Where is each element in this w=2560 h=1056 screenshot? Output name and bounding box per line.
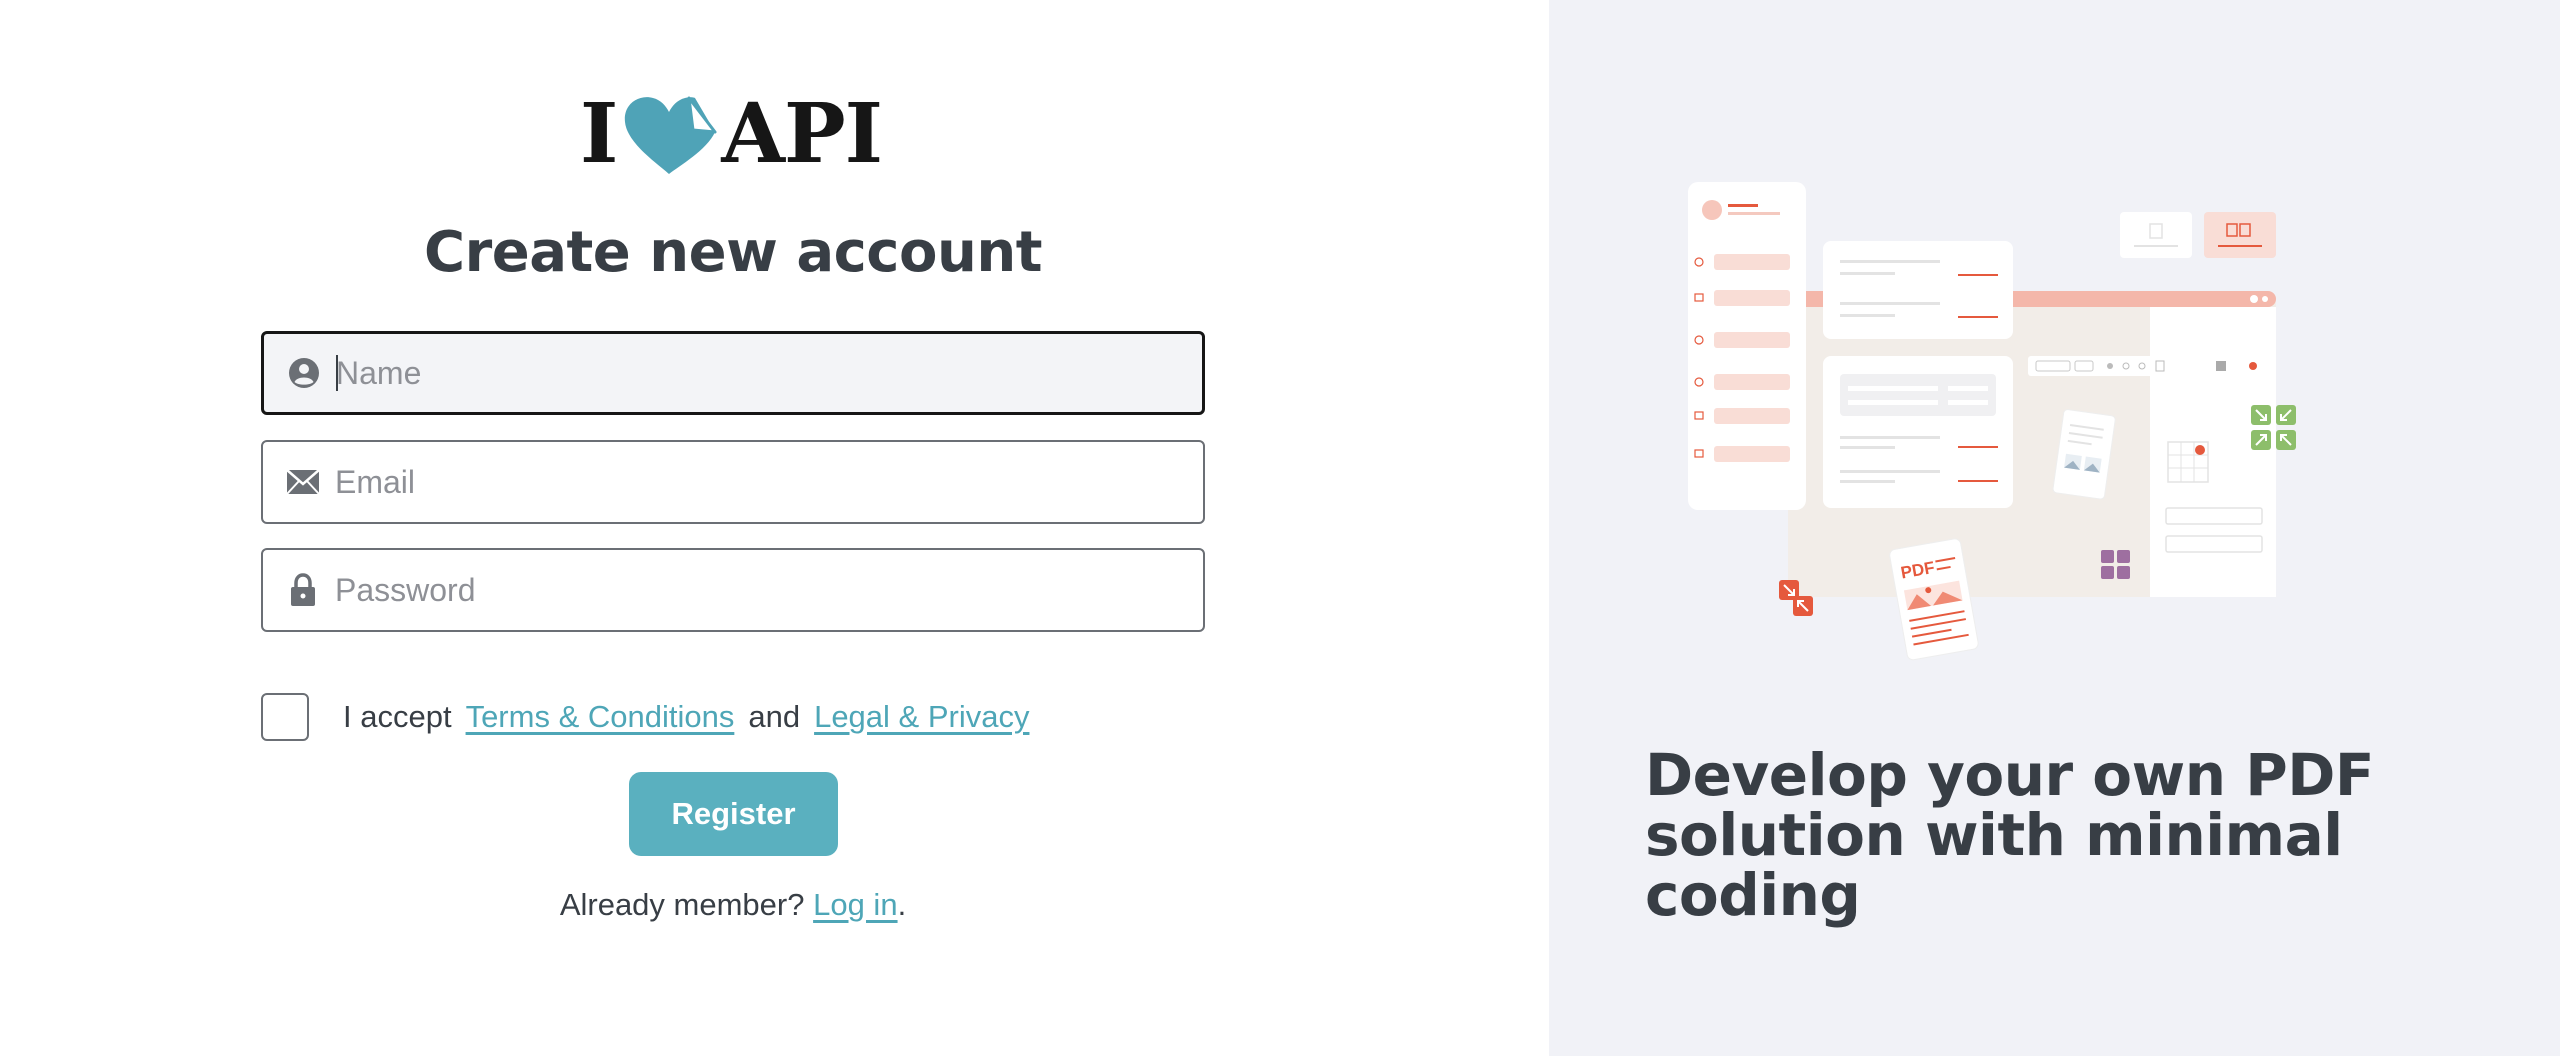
editor-illustration: PDF [1688, 182, 2296, 661]
terms-link[interactable]: Terms & Conditions [466, 699, 735, 735]
lock-icon [285, 572, 321, 608]
email-input[interactable] [335, 442, 1203, 522]
terms-prefix: I accept [343, 699, 452, 734]
user-icon [286, 355, 322, 391]
login-row: Already member? Log in. [0, 887, 1466, 923]
terms-checkbox[interactable] [261, 693, 309, 741]
name-field[interactable] [261, 331, 1205, 415]
heart-icon [625, 96, 717, 174]
login-link[interactable]: Log in [813, 887, 897, 922]
page-title: Create new account [424, 220, 1042, 285]
terms-and: and [748, 699, 801, 734]
logo: I API [580, 86, 883, 182]
signup-panel: I API Create new account Name Email I ac… [0, 0, 1549, 1056]
logo-text-left: I [580, 86, 618, 182]
terms-row: I accept Terms & Conditions and Legal & … [261, 693, 1043, 741]
password-input[interactable] [335, 550, 1203, 630]
logo-text-right: API [721, 86, 883, 182]
email-field[interactable] [261, 440, 1205, 524]
privacy-link[interactable]: Legal & Privacy [814, 699, 1029, 735]
login-suffix: . [897, 887, 907, 922]
password-field[interactable] [261, 548, 1205, 632]
login-prefix: Already member? [559, 887, 805, 922]
envelope-icon [285, 464, 321, 500]
promo-tagline: Develop your own PDF solution with minim… [1645, 741, 2375, 929]
register-button[interactable]: Register [629, 772, 838, 856]
name-input[interactable] [336, 334, 1202, 412]
